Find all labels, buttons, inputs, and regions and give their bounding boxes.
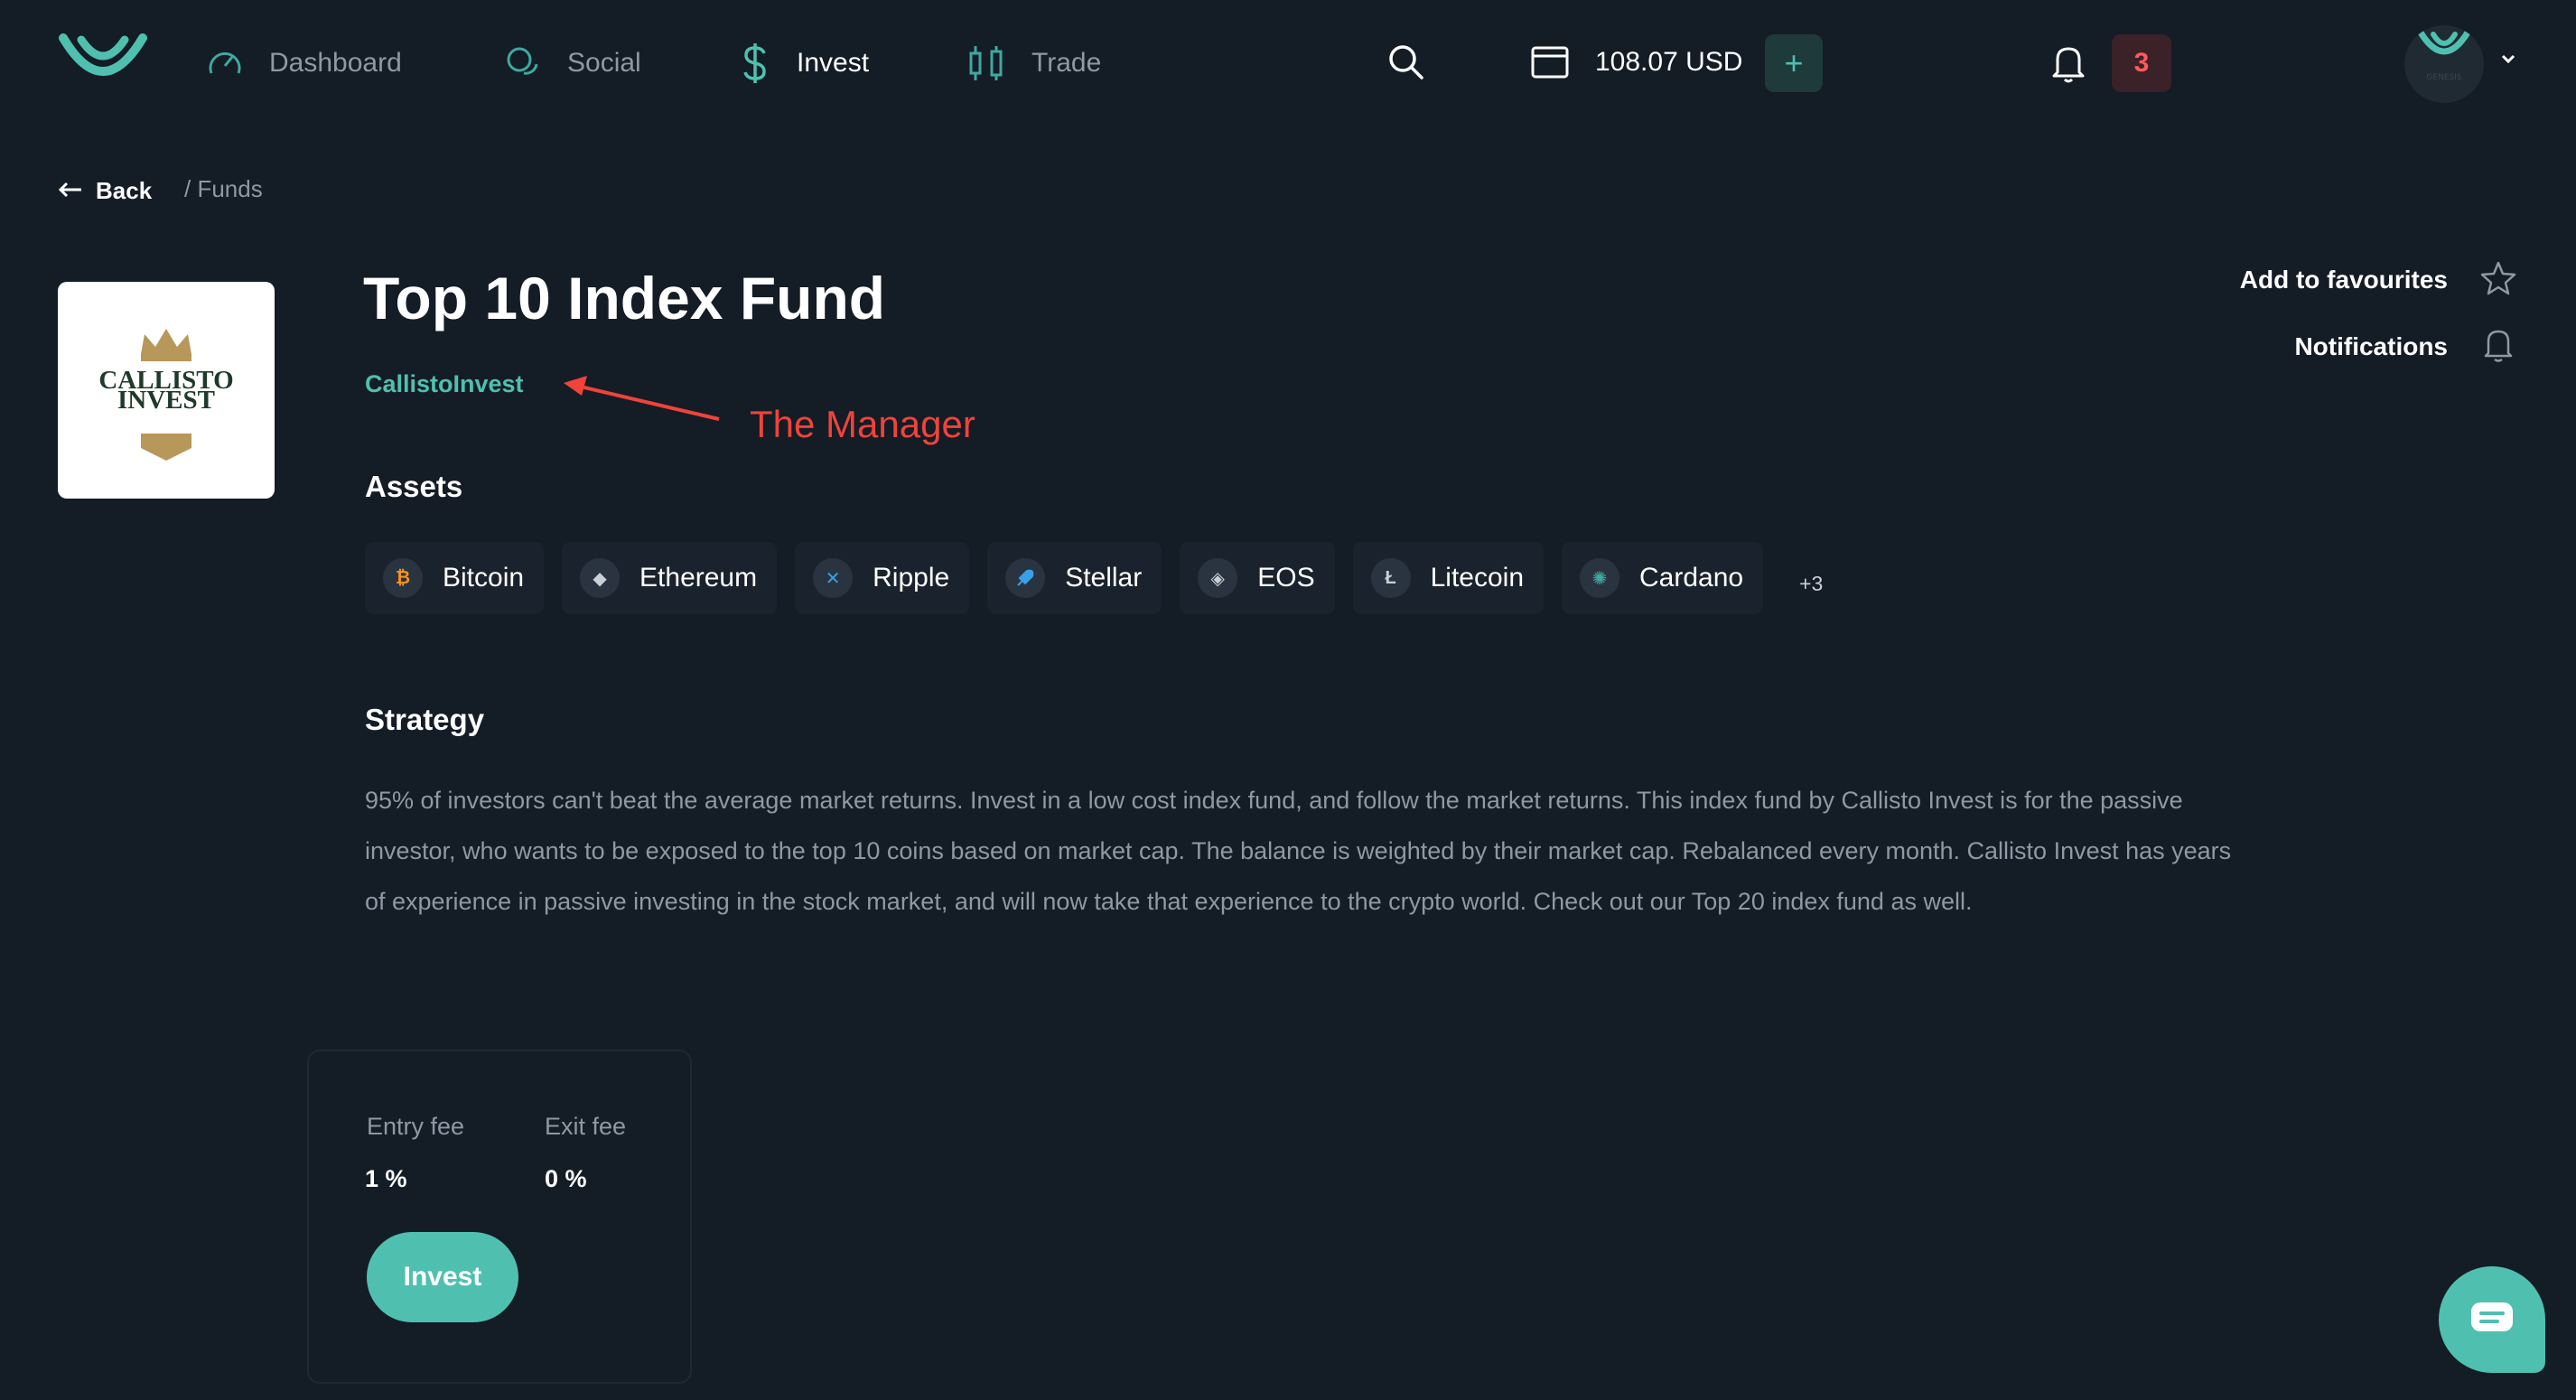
invest-card bbox=[307, 1050, 692, 1384]
fund-logo-text-2: INVEST bbox=[117, 386, 215, 415]
annotation-label: The Manager bbox=[750, 403, 975, 445]
avatar[interactable]: GENESIS bbox=[2404, 25, 2484, 103]
back-label: Back bbox=[96, 177, 153, 204]
invest-button[interactable]: Invest bbox=[367, 1232, 518, 1322]
bell-outline-icon[interactable] bbox=[2482, 327, 2515, 363]
assets-heading: Assets bbox=[365, 470, 463, 503]
asset-list: ₿ Bitcoin ◆ Ethereum ✕ Ripple Stellar ◈ … bbox=[365, 542, 1823, 614]
asset-name: Litecoin bbox=[1430, 563, 1524, 593]
nav-social[interactable]: Social bbox=[504, 40, 641, 87]
bitcoin-icon: ₿ bbox=[383, 558, 423, 598]
back-button[interactable]: Back bbox=[58, 177, 152, 205]
star-icon[interactable] bbox=[2480, 260, 2516, 296]
asset-chip-cardano[interactable]: ✺ Cardano bbox=[1562, 542, 1764, 614]
nav-dashboard[interactable]: Dashboard bbox=[206, 40, 402, 87]
notifications-button[interactable]: Notifications bbox=[2294, 329, 2448, 365]
wallet-icon[interactable] bbox=[1530, 43, 1570, 79]
litecoin-icon: Ł bbox=[1370, 558, 1411, 598]
asset-chip-eos[interactable]: ◈ EOS bbox=[1180, 542, 1335, 614]
nav-invest-label: Invest bbox=[797, 48, 870, 78]
nav-invest[interactable]: Invest bbox=[739, 40, 869, 87]
page-title: Top 10 Index Fund bbox=[363, 265, 886, 331]
asset-chip-ethereum[interactable]: ◆ Ethereum bbox=[562, 542, 778, 614]
candlestick-icon bbox=[966, 44, 1006, 82]
asset-chip-stellar[interactable]: Stellar bbox=[987, 542, 1162, 614]
strategy-heading: Strategy bbox=[365, 703, 485, 736]
wallet-balance[interactable]: 108.07 USD bbox=[1595, 44, 1742, 80]
nav-trade[interactable]: Trade bbox=[966, 40, 1101, 87]
asset-name: Cardano bbox=[1639, 563, 1744, 593]
entry-fee-label: Entry fee bbox=[367, 1113, 465, 1140]
annotation-arrow bbox=[560, 370, 723, 425]
exit-fee-label: Exit fee bbox=[545, 1113, 627, 1140]
strategy-text: 95% of investors can't beat the average … bbox=[365, 787, 2232, 915]
eos-icon: ◈ bbox=[1198, 558, 1238, 598]
arrow-left-icon bbox=[58, 177, 83, 205]
fund-logo: CALLISTO INVEST bbox=[58, 282, 275, 499]
add-to-favourites-button[interactable]: Add to favourites bbox=[2240, 262, 2448, 298]
nav-trade-label: Trade bbox=[1031, 48, 1102, 78]
breadcrumb[interactable]: / Funds bbox=[184, 175, 263, 203]
chevron-down-icon[interactable] bbox=[2500, 52, 2516, 65]
chat-bubbles-icon bbox=[504, 44, 542, 82]
asset-chip-bitcoin[interactable]: ₿ Bitcoin bbox=[365, 542, 545, 614]
stellar-icon bbox=[1005, 558, 1046, 598]
asset-name: Bitcoin bbox=[443, 563, 525, 593]
notification-count-badge[interactable]: 3 bbox=[2112, 34, 2171, 92]
asset-name: Stellar bbox=[1065, 563, 1143, 593]
manager-link[interactable]: CallistoInvest bbox=[365, 370, 524, 398]
ethereum-icon: ◆ bbox=[580, 558, 621, 598]
dollar-icon bbox=[739, 42, 771, 84]
search-icon[interactable] bbox=[1386, 42, 1425, 81]
asset-chip-ripple[interactable]: ✕ Ripple bbox=[795, 542, 970, 614]
exit-fee-value: 0 % bbox=[545, 1165, 587, 1192]
ripple-icon: ✕ bbox=[813, 558, 854, 598]
nav-dashboard-label: Dashboard bbox=[269, 48, 402, 78]
asset-name: Ripple bbox=[873, 563, 950, 593]
nav-social-label: Social bbox=[567, 48, 641, 78]
chat-support-button[interactable] bbox=[2439, 1266, 2545, 1373]
app-logo[interactable] bbox=[58, 33, 148, 90]
avatar-text: GENESIS bbox=[2426, 73, 2461, 82]
chat-icon bbox=[2469, 1300, 2515, 1340]
gauge-icon bbox=[206, 44, 244, 82]
asset-chip-litecoin[interactable]: Ł Litecoin bbox=[1352, 542, 1544, 614]
entry-fee-value: 1 % bbox=[365, 1165, 407, 1192]
add-funds-button[interactable]: + bbox=[1765, 34, 1823, 92]
asset-name: EOS bbox=[1257, 563, 1315, 593]
asset-name: Ethereum bbox=[639, 563, 758, 593]
more-assets-count[interactable]: +3 bbox=[1799, 572, 1823, 596]
bell-icon[interactable] bbox=[2050, 43, 2086, 83]
cardano-icon: ✺ bbox=[1580, 558, 1619, 598]
